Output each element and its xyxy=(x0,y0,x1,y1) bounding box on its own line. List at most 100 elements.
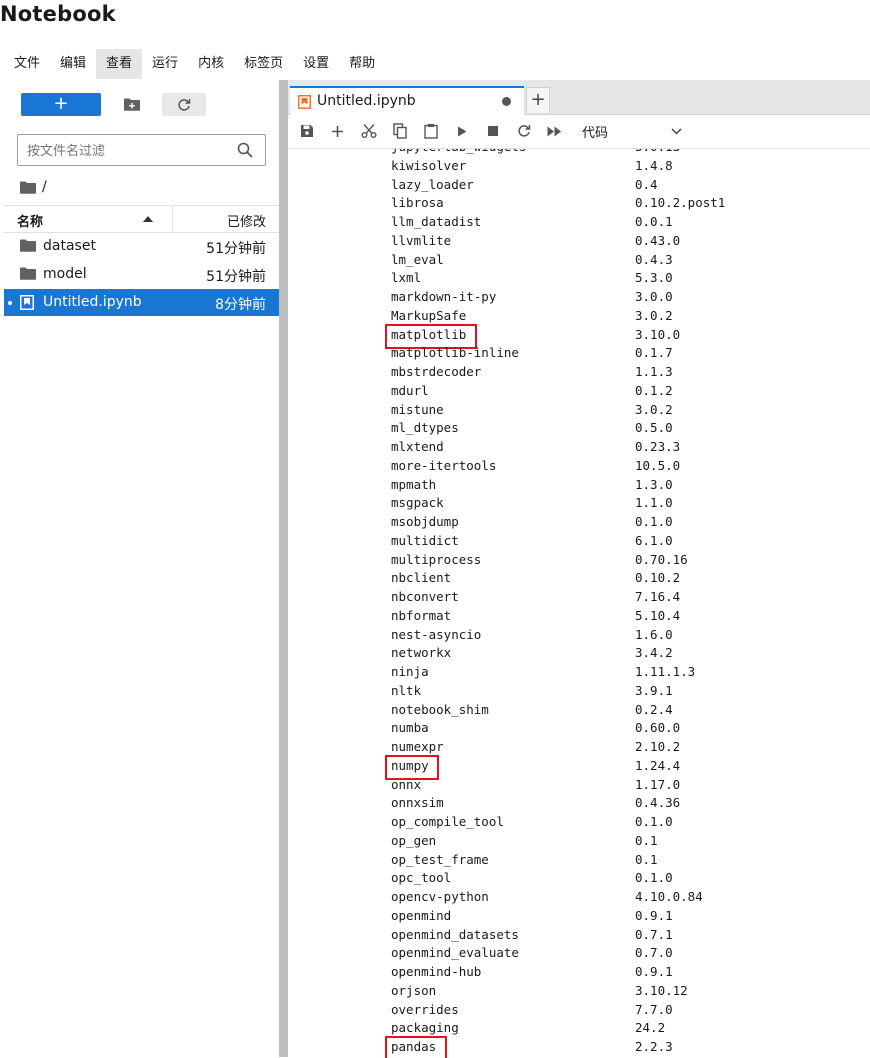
new-launcher-button[interactable]: + xyxy=(21,93,101,116)
menu-item[interactable]: 查看 xyxy=(96,49,143,79)
column-name[interactable]: 名称 xyxy=(17,211,43,230)
plus-icon xyxy=(332,125,343,137)
menu-item[interactable]: 标签页 xyxy=(234,49,293,79)
running-indicator xyxy=(8,301,12,305)
insert-cell-button[interactable] xyxy=(322,117,353,145)
package-row: kiwisolver 1.4.8 xyxy=(288,158,870,177)
package-version: 0.4.3 xyxy=(635,251,673,267)
package-row: nbclient 0.10.2 xyxy=(288,570,870,589)
package-version: 0.5.0 xyxy=(635,420,673,436)
new-tab-button[interactable]: + xyxy=(526,87,550,113)
file-browser: + / 名称 已修 xyxy=(4,80,279,1057)
package-version: 1.4.8 xyxy=(635,157,673,173)
package-version: 5.10.4 xyxy=(635,607,681,623)
breadcrumb[interactable]: / xyxy=(20,178,47,196)
package-row: mistune 3.0.2 xyxy=(288,402,870,421)
package-row: more-itertools 10.5.0 xyxy=(288,458,870,477)
copy-button[interactable] xyxy=(384,117,415,145)
notebook-panel: Untitled.ipynb + 代码 kiwisolver 1.4.8 laz… xyxy=(288,80,870,1058)
file-modified: 51分钟前 xyxy=(206,241,266,257)
package-name: nest-asyncio xyxy=(391,626,482,642)
tab-label: Untitled.ipynb xyxy=(317,93,416,109)
package-version: 5.3.0 xyxy=(635,270,673,286)
file-row-untitled-ipynb[interactable]: Untitled.ipynb 8分钟前 xyxy=(4,289,279,316)
package-version: 0.23.3 xyxy=(635,439,681,454)
restart-button[interactable] xyxy=(508,117,539,145)
package-version: 0.1.0 xyxy=(635,870,673,886)
cell-output: jupyterlab_widgets 3.0.13 kiwisolver 1.4.8 l… xyxy=(288,148,870,1058)
save-icon xyxy=(300,125,313,137)
notebook-toolbar: 代码 xyxy=(288,115,870,147)
package-version: 3.0.13 xyxy=(635,149,680,154)
file-row-dataset[interactable]: dataset 51分钟前 xyxy=(4,233,279,260)
file-browser-toolbar: + xyxy=(4,93,279,117)
folder-icon xyxy=(20,267,36,284)
menu-item[interactable]: 运行 xyxy=(142,49,188,79)
menu-item[interactable]: 帮助 xyxy=(339,49,385,79)
package-version: 3.10.0 xyxy=(635,326,681,342)
cut-button[interactable] xyxy=(353,117,384,145)
package-name: orjson xyxy=(391,982,437,998)
package-row: mbstrdecoder 1.1.3 xyxy=(288,364,870,383)
refresh-button[interactable] xyxy=(162,93,206,116)
search-icon[interactable] xyxy=(237,142,253,162)
file-list-header: 名称 已修改 xyxy=(4,205,279,233)
column-divider[interactable] xyxy=(172,206,173,232)
package-name: librosa xyxy=(391,195,444,211)
file-filter-input[interactable] xyxy=(25,135,229,167)
package-version: 3.0.0 xyxy=(635,289,673,304)
panel-splitter[interactable] xyxy=(279,80,288,1057)
run-button[interactable] xyxy=(446,117,477,145)
package-version: 0.43.0 xyxy=(635,232,681,248)
tab-bar: Untitled.ipynb + xyxy=(288,80,870,115)
package-row: lazy_loader 0.4 xyxy=(288,177,870,196)
menu-item[interactable]: 内核 xyxy=(188,49,234,79)
package-version: 0.4.36 xyxy=(635,795,681,811)
file-row-model[interactable]: model 51分钟前 xyxy=(4,261,279,288)
menu-item[interactable]: 文件 xyxy=(4,49,50,79)
package-row: nltk 3.9.1 xyxy=(288,683,870,702)
interrupt-button[interactable] xyxy=(477,117,508,145)
save-button[interactable] xyxy=(291,117,322,145)
fast-forward-icon xyxy=(547,126,561,136)
package-row: openmind-hub 0.9.1 xyxy=(288,964,870,983)
package-name: overrides xyxy=(391,1001,459,1017)
package-version: 0.1.7 xyxy=(635,345,673,361)
refresh-icon xyxy=(517,125,530,137)
package-name: lm_eval xyxy=(391,251,444,267)
package-name: multidict xyxy=(391,532,459,548)
cell-type-select[interactable]: 代码 xyxy=(582,122,682,141)
package-name: openmind-hub xyxy=(391,964,482,979)
package-name: msgpack xyxy=(391,495,444,511)
menu-item[interactable]: 编辑 xyxy=(50,49,96,79)
package-name: ninja xyxy=(391,664,429,679)
paste-button[interactable] xyxy=(415,117,446,145)
restart-run-all-button[interactable] xyxy=(539,117,570,145)
package-row: orjson 3.10.12 xyxy=(288,983,870,1002)
menu-bar: 文件 编辑 查看 运行 内核 标签页 设置 帮助 xyxy=(4,49,385,79)
package-row: llm_datadist 0.0.1 xyxy=(288,214,870,233)
file-name: dataset xyxy=(43,238,96,254)
chevron-down-icon xyxy=(671,124,682,139)
package-version: 0.10.2.post1 xyxy=(635,195,726,211)
new-folder-icon xyxy=(124,98,140,111)
unsaved-indicator-icon[interactable] xyxy=(502,97,511,106)
new-folder-button[interactable] xyxy=(112,93,152,116)
package-name: lxml xyxy=(391,270,422,286)
copy-icon xyxy=(392,123,407,139)
package-row: matplotlib 3.10.0 xyxy=(288,327,870,346)
package-name: op_test_frame xyxy=(391,851,489,867)
package-name: nbconvert xyxy=(391,589,459,604)
menu-item[interactable]: 设置 xyxy=(293,49,339,79)
package-name: mbstrdecoder xyxy=(391,364,482,379)
breadcrumb-root[interactable]: / xyxy=(42,179,47,195)
package-name: lazy_loader xyxy=(391,176,474,192)
column-modified[interactable]: 已修改 xyxy=(227,211,266,230)
package-row: msgpack 1.1.0 xyxy=(288,495,870,514)
package-version: 1.3.0 xyxy=(635,476,673,492)
app-title: Notebook xyxy=(0,2,116,26)
package-name: mistune xyxy=(391,401,444,417)
package-row: nbconvert 7.16.4 xyxy=(288,589,870,608)
tab-untitled-ipynb[interactable]: Untitled.ipynb xyxy=(290,86,524,115)
package-version: 1.1.0 xyxy=(635,495,673,511)
